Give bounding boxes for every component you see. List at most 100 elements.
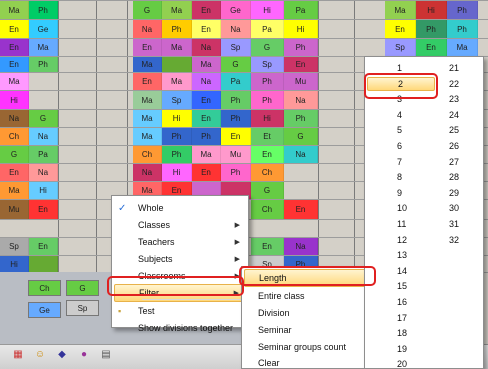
length-option[interactable]: 32	[445, 233, 481, 247]
length-option[interactable]: 16	[367, 295, 417, 309]
chart-icon[interactable]: ▤	[100, 349, 112, 361]
length-option[interactable]: 22	[445, 77, 481, 91]
timetable-lesson-cell[interactable]: Na	[221, 20, 251, 38]
timetable-lesson-cell[interactable]: G	[221, 57, 251, 72]
timetable-lesson-cell[interactable]: Sp	[162, 91, 192, 109]
timetable-lesson-cell[interactable]: Na	[284, 238, 318, 255]
context-menu-item-subjects[interactable]: Subjects ▶	[114, 250, 246, 268]
timetable-lesson-cell[interactable]: Ma	[385, 1, 416, 19]
timetable-lesson-cell[interactable]: En	[133, 73, 162, 90]
grid-icon[interactable]: ▦	[12, 349, 24, 361]
timetable-lesson-cell[interactable]	[162, 57, 192, 72]
length-option[interactable]: 27	[445, 155, 481, 169]
timetable-lesson-cell[interactable]: En	[221, 128, 251, 145]
timetable-lesson-cell[interactable]: En	[192, 110, 221, 127]
timetable-lesson-cell[interactable]: En	[29, 238, 58, 255]
length-option[interactable]: 8	[367, 170, 417, 184]
timetable-lesson-cell[interactable]: Hi	[416, 1, 447, 19]
timetable-lesson-cell[interactable]: Pa	[221, 73, 251, 90]
timetable-lesson-cell[interactable]: Na	[133, 164, 162, 181]
timetable-lesson-cell[interactable]: En	[0, 57, 29, 72]
length-option[interactable]: 12	[367, 233, 417, 247]
timetable-lesson-cell[interactable]: Na	[29, 128, 58, 145]
length-option[interactable]: 10	[367, 201, 417, 215]
timetable-lesson-cell[interactable]: En	[0, 39, 29, 56]
timetable-lesson-cell[interactable]: G	[29, 110, 58, 127]
timetable-lesson-cell[interactable]: Ph	[284, 110, 318, 127]
length-option[interactable]: 30	[445, 201, 481, 215]
timetable-lesson-cell[interactable]: Hi	[0, 91, 29, 109]
length-option[interactable]: 6	[367, 139, 417, 153]
timetable-lesson-cell[interactable]: G	[251, 39, 284, 56]
timetable-lesson-cell[interactable]: Ph	[162, 20, 192, 38]
timetable-lesson-cell[interactable]: Hi	[29, 182, 58, 199]
timetable-lesson-cell[interactable]: Mu	[0, 200, 29, 219]
timetable-lesson-cell[interactable]: Na	[284, 91, 318, 109]
timetable-lesson-cell[interactable]: Ma	[0, 1, 29, 19]
timetable-lesson-cell[interactable]: Ma	[133, 57, 162, 72]
timetable-lesson-cell[interactable]: Pa	[284, 1, 318, 19]
filter-menu-item-clear[interactable]: Clear	[244, 354, 378, 369]
timetable-lesson-cell[interactable]: Hi	[251, 1, 284, 19]
length-option[interactable]: 25	[445, 123, 481, 137]
timetable-lesson-cell[interactable]: En	[284, 57, 318, 72]
context-menu-item-test[interactable]: ▪ Test	[114, 302, 246, 320]
bottom-lesson-cell[interactable]: Ch	[28, 280, 61, 296]
timetable-lesson-cell[interactable]: Pa	[29, 146, 58, 163]
length-option[interactable]: 31	[445, 217, 481, 231]
timetable-lesson-cell[interactable]: En	[385, 20, 416, 38]
length-option[interactable]: 21	[445, 61, 481, 75]
length-option[interactable]: 18	[367, 326, 417, 340]
timetable-lesson-cell[interactable]: En	[251, 238, 284, 255]
timetable-lesson-cell[interactable]: Hi	[162, 164, 192, 181]
timetable-lesson-cell[interactable]: Ph	[192, 128, 221, 145]
timetable-lesson-cell[interactable]: Ch	[251, 200, 284, 219]
length-option[interactable]: 29	[445, 186, 481, 200]
length-option[interactable]: 23	[445, 92, 481, 106]
filter-menu-item-seminar[interactable]: Seminar	[244, 321, 378, 339]
timetable-lesson-cell[interactable]: Ph	[251, 91, 284, 109]
timetable-lesson-cell[interactable]: En	[29, 200, 58, 219]
timetable-lesson-cell[interactable]: Ch	[0, 128, 29, 145]
timetable-lesson-cell[interactable]: En	[0, 20, 29, 38]
timetable-lesson-cell[interactable]: Ma	[192, 146, 221, 163]
timetable-lesson-cell[interactable]: Ge	[29, 20, 58, 38]
timetable-lesson-cell[interactable]: En	[0, 164, 29, 181]
timetable-lesson-cell[interactable]: Ph	[29, 1, 58, 19]
timetable-lesson-cell[interactable]: G	[251, 182, 284, 199]
timetable-lesson-cell[interactable]: G	[284, 128, 318, 145]
timetable-lesson-cell[interactable]: Sp	[0, 238, 29, 255]
timetable-lesson-cell[interactable]: Ma	[133, 110, 162, 127]
timetable-lesson-cell[interactable]: Ge	[221, 1, 251, 19]
timetable-lesson-cell[interactable]: Ph	[284, 39, 318, 56]
timetable-lesson-cell[interactable]: Hi	[251, 110, 284, 127]
timetable-lesson-cell[interactable]: Ma	[29, 39, 58, 56]
timetable-lesson-cell[interactable]: En	[192, 91, 221, 109]
timetable-lesson-cell[interactable]: G	[0, 146, 29, 163]
timetable-lesson-cell[interactable]: Sp	[221, 39, 251, 56]
context-menu-item-classes[interactable]: Classes ▶	[114, 216, 246, 234]
globe-icon[interactable]: ●	[78, 349, 90, 361]
timetable-lesson-cell[interactable]: Na	[133, 20, 162, 38]
length-option[interactable]: 11	[367, 217, 417, 231]
timetable-lesson-cell[interactable]: Ma	[192, 57, 221, 72]
timetable-lesson-cell[interactable]: Na	[284, 146, 318, 163]
length-option[interactable]: 26	[445, 139, 481, 153]
timetable-lesson-cell[interactable]: Ph	[162, 146, 192, 163]
timetable-lesson-cell[interactable]: Na	[192, 73, 221, 90]
length-option[interactable]: 7	[367, 155, 417, 169]
timetable-lesson-cell[interactable]: Ph	[447, 20, 478, 38]
length-option[interactable]: 17	[367, 311, 417, 325]
length-option[interactable]: 4	[367, 108, 417, 122]
timetable-lesson-cell[interactable]: Ma	[162, 73, 192, 90]
timetable-lesson-cell[interactable]: Mu	[221, 146, 251, 163]
bottom-lesson-cell[interactable]: Sp	[66, 300, 99, 316]
timetable-lesson-cell[interactable]: Ma	[447, 39, 478, 56]
timetable-lesson-cell[interactable]: Na	[0, 110, 29, 127]
length-option[interactable]: 9	[367, 186, 417, 200]
filter-menu-item-entire-class[interactable]: Entire class	[244, 287, 378, 305]
timetable-lesson-cell[interactable]: Ma	[133, 128, 162, 145]
timetable-lesson-cell[interactable]: Na	[29, 164, 58, 181]
timetable-lesson-cell[interactable]: Ph	[162, 128, 192, 145]
context-menu-item-teachers[interactable]: Teachers ▶	[114, 233, 246, 251]
